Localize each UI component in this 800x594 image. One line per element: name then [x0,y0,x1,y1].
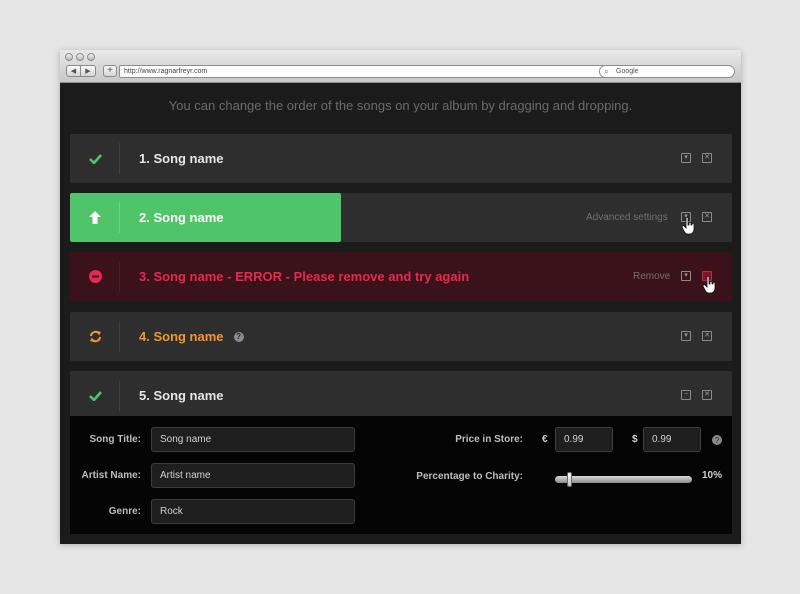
expand-button[interactable]: ▾ [681,271,691,281]
search-icon: ⌕ [604,67,609,76]
song-name: 2. Song name [139,210,224,225]
charity-slider[interactable] [555,472,692,487]
remove-button[interactable]: ✕ [702,331,712,341]
song-name: 5. Song name [139,388,224,403]
price-label: Price in Store: [455,434,523,445]
divider [119,143,120,174]
artist-name-label: Artist Name: [81,470,141,481]
expand-button[interactable]: ▾ [681,331,691,341]
check-icon [70,371,120,420]
search-input[interactable]: ⌕ Google [599,65,735,78]
window-controls [65,53,95,61]
hand-cursor-icon [682,217,695,235]
help-icon[interactable]: ? [233,331,244,342]
help-icon[interactable]: ? [712,435,722,445]
divider [119,380,120,411]
hand-cursor-icon [703,276,716,294]
zoom-window-button[interactable] [87,53,95,61]
song-name: 1. Song name [139,151,224,166]
remove-button[interactable]: ✕ [702,153,712,163]
remove-button[interactable]: ✕ [702,390,712,400]
song-name-wrapper: 4. Song name ? [139,312,244,361]
search-placeholder: Google [616,68,639,75]
song-row[interactable]: 5. Song name − ✕ Song Title: Song name A… [70,371,732,534]
price-euro-input[interactable]: 0.99 [555,427,613,452]
song-title-input[interactable]: Song name [151,427,355,452]
slider-thumb[interactable] [567,472,572,487]
divider [119,261,120,292]
browser-window: ◀ ▶ + http://www.ragnarfreyr.com ↻ ⌕ Goo… [60,50,741,544]
song-row[interactable]: 4. Song name ? ▾ ✕ [70,312,732,361]
url-text: http://www.ragnarfreyr.com [124,68,208,75]
url-bar[interactable]: http://www.ragnarfreyr.com ↻ [119,65,653,78]
song-name: 4. Song name [139,329,224,344]
song-row[interactable]: 1. Song name ▾ ✕ [70,134,732,183]
close-window-button[interactable] [65,53,73,61]
instructions-text: You can change the order of the songs on… [168,98,633,113]
artist-name-input[interactable]: Artist name [151,463,355,488]
euro-symbol: € [542,434,548,445]
price-usd-input[interactable]: 0.99 [643,427,701,452]
refresh-icon [70,312,120,361]
expand-button[interactable]: ▾ [681,153,691,163]
dollar-symbol: $ [632,434,638,445]
back-button[interactable]: ◀ [66,65,81,77]
upload-arrow-icon [70,193,120,242]
collapse-button[interactable]: − [681,390,691,400]
nav-buttons: ◀ ▶ [66,65,96,77]
genre-input[interactable]: Rock [151,499,355,524]
genre-label: Genre: [108,506,141,517]
advanced-settings-link[interactable]: Advanced settings [586,193,668,242]
song-title-label: Song Title: [89,434,141,445]
song-name: 3. Song name - ERROR - Please remove and… [139,269,470,284]
remove-button[interactable]: ✕ [702,212,712,222]
song-details-panel: Song Title: Song name Artist Name: Artis… [70,416,732,534]
minimize-window-button[interactable] [76,53,84,61]
divider [119,321,120,352]
charity-label: Percentage to Charity: [416,471,523,482]
forward-button[interactable]: ▶ [81,65,96,77]
song-row[interactable]: 2. Song name Advanced settings ▾ ✕ [70,193,732,242]
song-row[interactable]: 3. Song name - ERROR - Please remove and… [70,252,732,301]
check-icon [70,134,120,183]
add-bookmark-button[interactable]: + [103,65,117,77]
remove-hint: Remove [633,271,671,282]
charity-percent: 10% [702,470,723,481]
error-minus-icon [70,252,120,301]
browser-toolbar: ◀ ▶ + http://www.ragnarfreyr.com ↻ ⌕ Goo… [60,50,741,83]
